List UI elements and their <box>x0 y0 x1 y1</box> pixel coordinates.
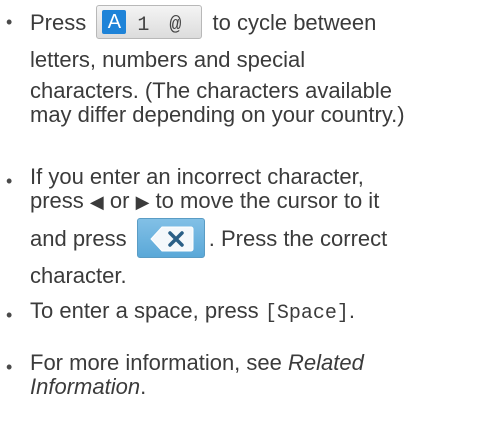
key-a-label: A <box>102 10 127 35</box>
backspace-button[interactable] <box>136 218 205 259</box>
bullet: • <box>6 12 13 32</box>
item3-line: To enter a space, press [Space]. <box>30 299 482 326</box>
information-link-text: Information <box>30 374 141 399</box>
item2-move-text: to move the cursor to it <box>155 188 380 213</box>
item4-line1: For more information, see Related <box>30 351 482 375</box>
backspace-x-icon <box>150 226 194 252</box>
item1-line4: may differ depending on your country.) <box>30 102 405 127</box>
item2-line1: If you enter an incorrect character, <box>30 164 364 189</box>
item3-period: . <box>348 298 355 323</box>
key-at-label: @ <box>169 14 182 38</box>
list-item-incorrect-character: • If you enter an incorrect character, p… <box>6 164 482 288</box>
list-item-enter-space: • To enter a space, press [Space]. <box>6 299 482 326</box>
left-arrow-icon: ◀ <box>89 192 104 212</box>
item2-press-text: press <box>30 188 84 213</box>
list-item-cycle-characters: • Press A 1 @ to cycle between letters, … <box>6 5 482 127</box>
item1-line3: characters. (The characters available <box>30 78 392 103</box>
related-link-text: Related <box>288 350 364 375</box>
bullet: • <box>6 171 13 191</box>
key-1-label: 1 <box>137 14 150 38</box>
item2-line3: and press . Press the correct <box>30 218 482 264</box>
item1-line1: Press A 1 @ to cycle between <box>30 5 482 46</box>
item1-line2: letters, numbers and special <box>30 47 306 72</box>
bullet: • <box>6 305 13 325</box>
list-item-more-info: • For more information, see Related Info… <box>6 351 482 399</box>
item2-line4: character. <box>30 263 127 288</box>
right-arrow-icon: ▶ <box>135 192 150 212</box>
item1-cycle-text: to cycle between <box>212 10 377 35</box>
item4-see-text: For more information, see <box>30 350 282 375</box>
item1-press-text: Press <box>30 10 87 35</box>
space-key-code: [Space] <box>264 302 349 325</box>
item2-and-press-text: and press <box>30 226 127 251</box>
char-mode-key-button[interactable]: A 1 @ <box>96 5 203 40</box>
item4-line2: Information. <box>30 375 482 399</box>
item2-or-text: or <box>109 188 130 213</box>
item4-period: . <box>140 374 147 399</box>
item3-text: To enter a space, press <box>30 298 259 323</box>
bullet: • <box>6 357 13 377</box>
item2-line2: press ◀ or ▶ to move the cursor to it <box>30 189 482 214</box>
item2-correct-text: . Press the correct <box>208 226 388 251</box>
